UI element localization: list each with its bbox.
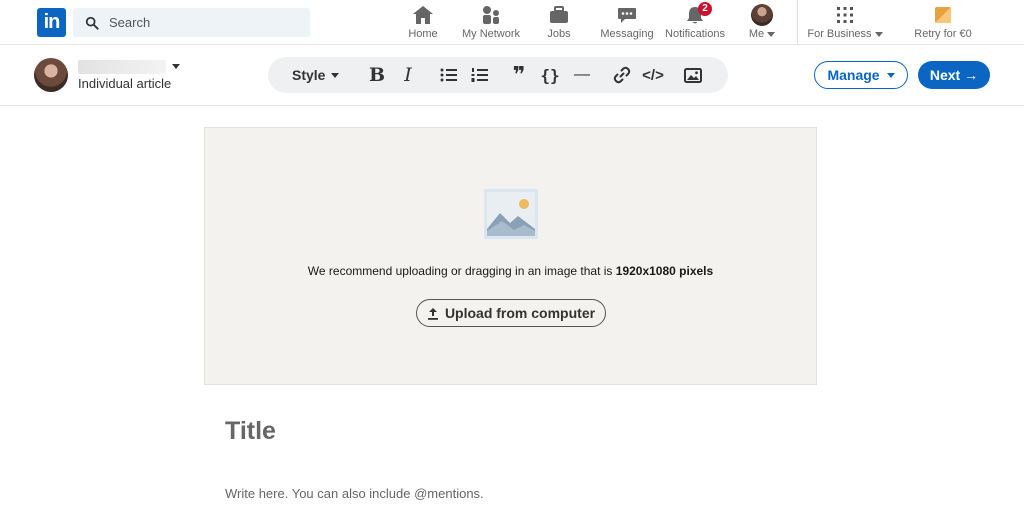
chevron-down-icon [886,72,895,78]
linkedin-logo[interactable]: in [37,8,66,37]
chevron-down-icon [331,72,340,78]
nav-for-business[interactable]: For Business [805,4,885,44]
style-dropdown[interactable]: Style [292,57,340,93]
author-name-redacted[interactable] [78,60,166,74]
bell-icon: 2 [683,2,712,26]
next-button[interactable]: Next → [918,61,990,89]
search-input[interactable]: Search [109,15,150,30]
nav-notifications[interactable]: 2 Notifications [663,2,727,44]
numbered-list-icon[interactable] [469,57,491,93]
notification-badge: 2 [698,2,712,16]
top-nav: in Search Home My Network Jobs Messaging… [0,0,1024,45]
editor-toolbar-row: Individual article Style B I ❞ {} — </> … [0,45,1024,106]
author-caret-down-icon[interactable] [172,64,180,69]
nav-jobs[interactable]: Jobs [544,4,574,44]
nav-label: Messaging [600,28,654,40]
home-icon [411,4,435,26]
nav-label: My Network [461,28,521,40]
search-box[interactable]: Search [73,8,310,37]
upload-from-computer-button[interactable]: Upload from computer [416,299,606,327]
nav-label: Jobs [547,28,571,40]
nav-divider [797,0,798,45]
upload-recommendation: We recommend uploading or dragging in an… [205,264,816,278]
image-icon[interactable] [682,57,704,93]
premium-icon [931,4,955,26]
manage-button[interactable]: Manage [814,61,908,89]
code-block-button[interactable]: {} [539,57,561,93]
image-placeholder-icon [484,189,538,239]
upload-label: Upload from computer [444,305,596,321]
link-icon[interactable] [611,57,633,93]
italic-button[interactable]: I [398,57,418,93]
nav-premium[interactable]: Retry for €0 [910,4,976,44]
grid-icon [833,4,857,26]
caret-down-icon [767,31,776,37]
bulleted-list-icon[interactable] [438,57,460,93]
divider-button[interactable]: — [571,57,593,93]
embed-code-button[interactable]: </> [640,57,666,93]
article-type-label: Individual article [78,76,172,91]
nav-me[interactable]: Me [748,4,776,44]
caret-down-icon [874,31,883,37]
author-avatar[interactable] [34,58,68,92]
search-icon [85,16,99,30]
nav-label: For Business [807,28,872,40]
nav-messaging[interactable]: Messaging [599,4,655,44]
briefcase-icon [547,4,571,26]
nav-my-network[interactable]: My Network [460,4,522,44]
recommendation-text: We recommend uploading or dragging in an… [307,264,616,278]
people-icon [479,4,503,26]
nav-home[interactable]: Home [405,4,441,44]
nav-label: Me [748,28,765,40]
upload-icon [427,307,438,320]
chat-icon [615,4,639,26]
avatar [751,4,773,26]
nav-label: Home [408,28,438,40]
article-body-input[interactable]: Write here. You can also include @mentio… [225,486,484,501]
nav-label: Notifications [665,28,725,40]
style-label: Style [292,67,326,83]
bold-button[interactable]: B [366,57,388,93]
cover-image-dropzone[interactable]: We recommend uploading or dragging in an… [204,127,817,385]
manage-label: Manage [827,67,880,83]
article-title-input[interactable]: Title [225,417,276,446]
quote-button[interactable]: ❞ [508,57,530,93]
nav-label: Retry for €0 [914,28,972,40]
recommended-size: 1920x1080 pixels [615,264,714,278]
formatting-toolbar: Style B I ❞ {} — </> [268,57,728,93]
